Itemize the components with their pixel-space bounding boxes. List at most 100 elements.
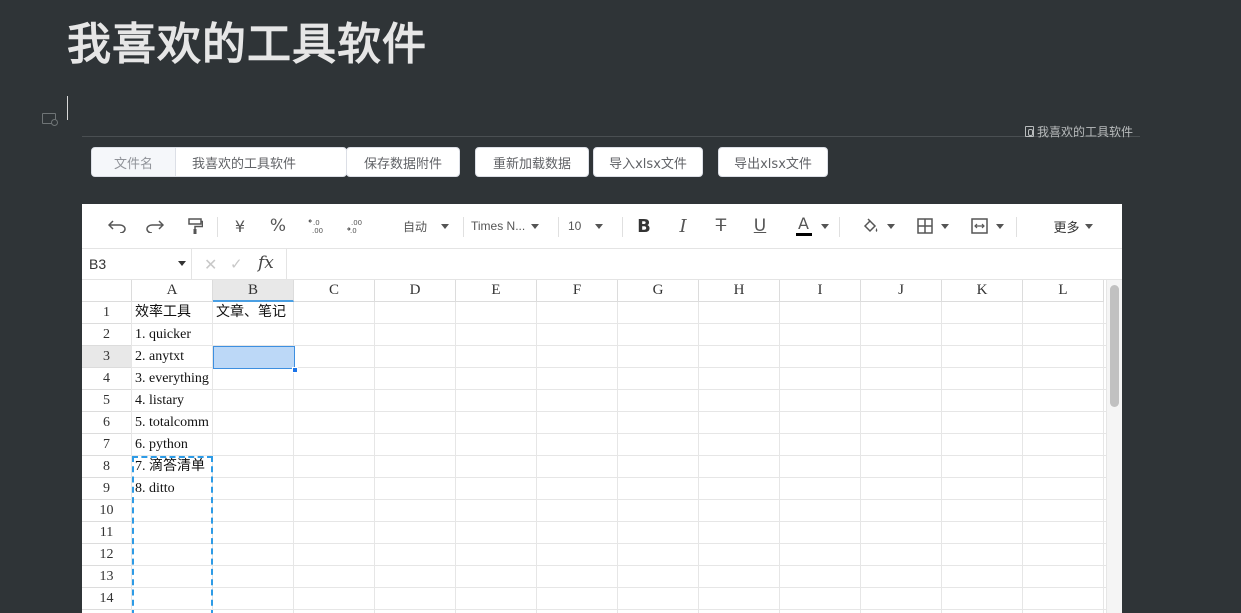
column-header-L[interactable]: L bbox=[1023, 280, 1104, 302]
filename-label: 文件名 bbox=[92, 148, 176, 176]
cell-A1[interactable]: 效率工具 bbox=[132, 302, 213, 324]
row-header-6[interactable]: 6 bbox=[82, 412, 132, 434]
undo-icon[interactable] bbox=[106, 214, 128, 238]
borders-dropdown[interactable] bbox=[913, 214, 953, 238]
save-attachment-button[interactable]: 保存数据附件 bbox=[346, 147, 460, 177]
bold-icon[interactable]: B bbox=[634, 214, 654, 238]
cell-A2[interactable]: 1. quicker bbox=[132, 324, 213, 346]
row-header-2[interactable]: 2 bbox=[82, 324, 132, 346]
font-family-dropdown[interactable]: Times N... bbox=[471, 214, 551, 238]
column-header-B[interactable]: B bbox=[213, 280, 294, 302]
column-header-H[interactable]: H bbox=[699, 280, 780, 302]
column-header-I[interactable]: I bbox=[780, 280, 861, 302]
fill-color-dropdown[interactable] bbox=[858, 214, 898, 238]
vertical-scrollbar[interactable] bbox=[1106, 280, 1122, 613]
font-size-value: 10 bbox=[568, 219, 582, 233]
font-size-dropdown[interactable]: 10 bbox=[568, 214, 614, 238]
cell-reference-value: B3 bbox=[89, 256, 107, 272]
fill-handle[interactable] bbox=[292, 367, 298, 373]
import-xlsx-button[interactable]: 导入xlsx文件 bbox=[593, 147, 703, 177]
percent-icon[interactable]: % bbox=[268, 214, 288, 238]
chevron-down-icon bbox=[820, 223, 829, 229]
row-header-3[interactable]: 3 bbox=[82, 346, 132, 368]
row-header-7[interactable]: 7 bbox=[82, 434, 132, 456]
cell-A4[interactable]: 3. everything bbox=[132, 368, 213, 390]
toolbar-separator bbox=[622, 217, 623, 237]
toolbar-separator bbox=[463, 217, 464, 237]
row-header-4[interactable]: 4 bbox=[82, 368, 132, 390]
confirm-icon[interactable]: ✓ bbox=[230, 255, 243, 273]
selected-cell[interactable] bbox=[213, 346, 295, 369]
column-header-E[interactable]: E bbox=[456, 280, 537, 302]
column-header-K[interactable]: K bbox=[942, 280, 1023, 302]
spreadsheet-toolbar: ¥ % .0.00 .00.0 自动 Times N... 10 B I T U… bbox=[82, 204, 1122, 249]
increase-decimal-icon[interactable]: .00.0 bbox=[344, 214, 366, 238]
merge-cells-icon bbox=[970, 218, 988, 234]
row-header-11[interactable]: 11 bbox=[82, 522, 132, 544]
grid-line bbox=[536, 302, 537, 613]
chevron-down-icon bbox=[178, 261, 186, 266]
merge-cells-dropdown[interactable] bbox=[967, 214, 1007, 238]
number-format-dropdown[interactable]: 自动 bbox=[395, 214, 457, 238]
column-header-D[interactable]: D bbox=[375, 280, 456, 302]
toolbar-separator bbox=[839, 217, 840, 237]
font-family-value: Times N... bbox=[471, 219, 526, 233]
toolbar-separator bbox=[1016, 217, 1017, 237]
toolbar-separator bbox=[217, 217, 218, 237]
attachment-icon bbox=[1024, 126, 1034, 137]
grid-line bbox=[374, 302, 375, 613]
column-header-J[interactable]: J bbox=[861, 280, 942, 302]
chevron-down-icon bbox=[995, 223, 1004, 229]
grid-line bbox=[941, 302, 942, 613]
cell-A6[interactable]: 5. totalcomm bbox=[132, 412, 213, 434]
cell-A3[interactable]: 2. anytxt bbox=[132, 346, 213, 368]
strikethrough-icon[interactable]: T bbox=[711, 214, 731, 238]
row-header-12[interactable]: 12 bbox=[82, 544, 132, 566]
cell-A7[interactable]: 6. python bbox=[132, 434, 213, 456]
grid-line bbox=[860, 302, 861, 613]
currency-icon[interactable]: ¥ bbox=[230, 214, 250, 238]
row-header-14[interactable]: 14 bbox=[82, 588, 132, 610]
filename-input[interactable] bbox=[176, 148, 346, 176]
attachment-link[interactable]: 我喜欢的工具软件 bbox=[1024, 123, 1133, 140]
cancel-icon[interactable]: ✕ bbox=[204, 255, 217, 274]
row-header-10[interactable]: 10 bbox=[82, 500, 132, 522]
italic-icon[interactable]: I bbox=[673, 214, 693, 238]
grid-line bbox=[617, 302, 618, 613]
chevron-down-icon bbox=[886, 223, 895, 229]
cell-reference-box[interactable]: B3 bbox=[82, 249, 192, 280]
select-all-corner[interactable] bbox=[82, 280, 132, 302]
formula-bar: B3 ✕ ✓ fx bbox=[82, 249, 1122, 280]
column-header-C[interactable]: C bbox=[294, 280, 375, 302]
grid-line bbox=[132, 433, 1106, 434]
scrollbar-thumb[interactable] bbox=[1110, 285, 1119, 407]
row-header-1[interactable]: 1 bbox=[82, 302, 132, 324]
underline-icon[interactable]: U bbox=[750, 214, 770, 238]
chevron-down-icon bbox=[941, 223, 949, 229]
row-header-8[interactable]: 8 bbox=[82, 456, 132, 478]
cell-grid[interactable]: A B C D E F G H I J K L 1 2 3 4 5 6 7 8 9 10 11 12 13 14 效率工具 文章、笔记… bbox=[82, 280, 1106, 613]
text-cursor bbox=[67, 96, 68, 120]
embed-icon[interactable] bbox=[42, 113, 58, 126]
column-header-F[interactable]: F bbox=[537, 280, 618, 302]
spreadsheet: ¥ % .0.00 .00.0 自动 Times N... 10 B I T U… bbox=[82, 204, 1122, 613]
row-header-5[interactable]: 5 bbox=[82, 390, 132, 412]
function-icon[interactable]: fx bbox=[258, 253, 274, 273]
copy-selection-marquee bbox=[132, 456, 213, 613]
column-header-A[interactable]: A bbox=[132, 280, 213, 302]
more-dropdown[interactable]: 更多 bbox=[1052, 214, 1094, 238]
format-painter-icon[interactable] bbox=[184, 214, 206, 238]
column-header-G[interactable]: G bbox=[618, 280, 699, 302]
text-color-dropdown[interactable]: A bbox=[792, 214, 832, 238]
grid-line bbox=[132, 565, 1106, 566]
grid-line bbox=[455, 302, 456, 613]
export-xlsx-button[interactable]: 导出xlsx文件 bbox=[718, 147, 828, 177]
row-header-13[interactable]: 13 bbox=[82, 566, 132, 588]
redo-icon[interactable] bbox=[144, 214, 166, 238]
svg-text:.00: .00 bbox=[312, 227, 323, 234]
cell-A5[interactable]: 4. listary bbox=[132, 390, 213, 412]
row-header-9[interactable]: 9 bbox=[82, 478, 132, 500]
cell-B1[interactable]: 文章、笔记 bbox=[213, 302, 294, 324]
reload-data-button[interactable]: 重新加载数据 bbox=[475, 147, 589, 177]
decrease-decimal-icon[interactable]: .0.00 bbox=[306, 214, 328, 238]
